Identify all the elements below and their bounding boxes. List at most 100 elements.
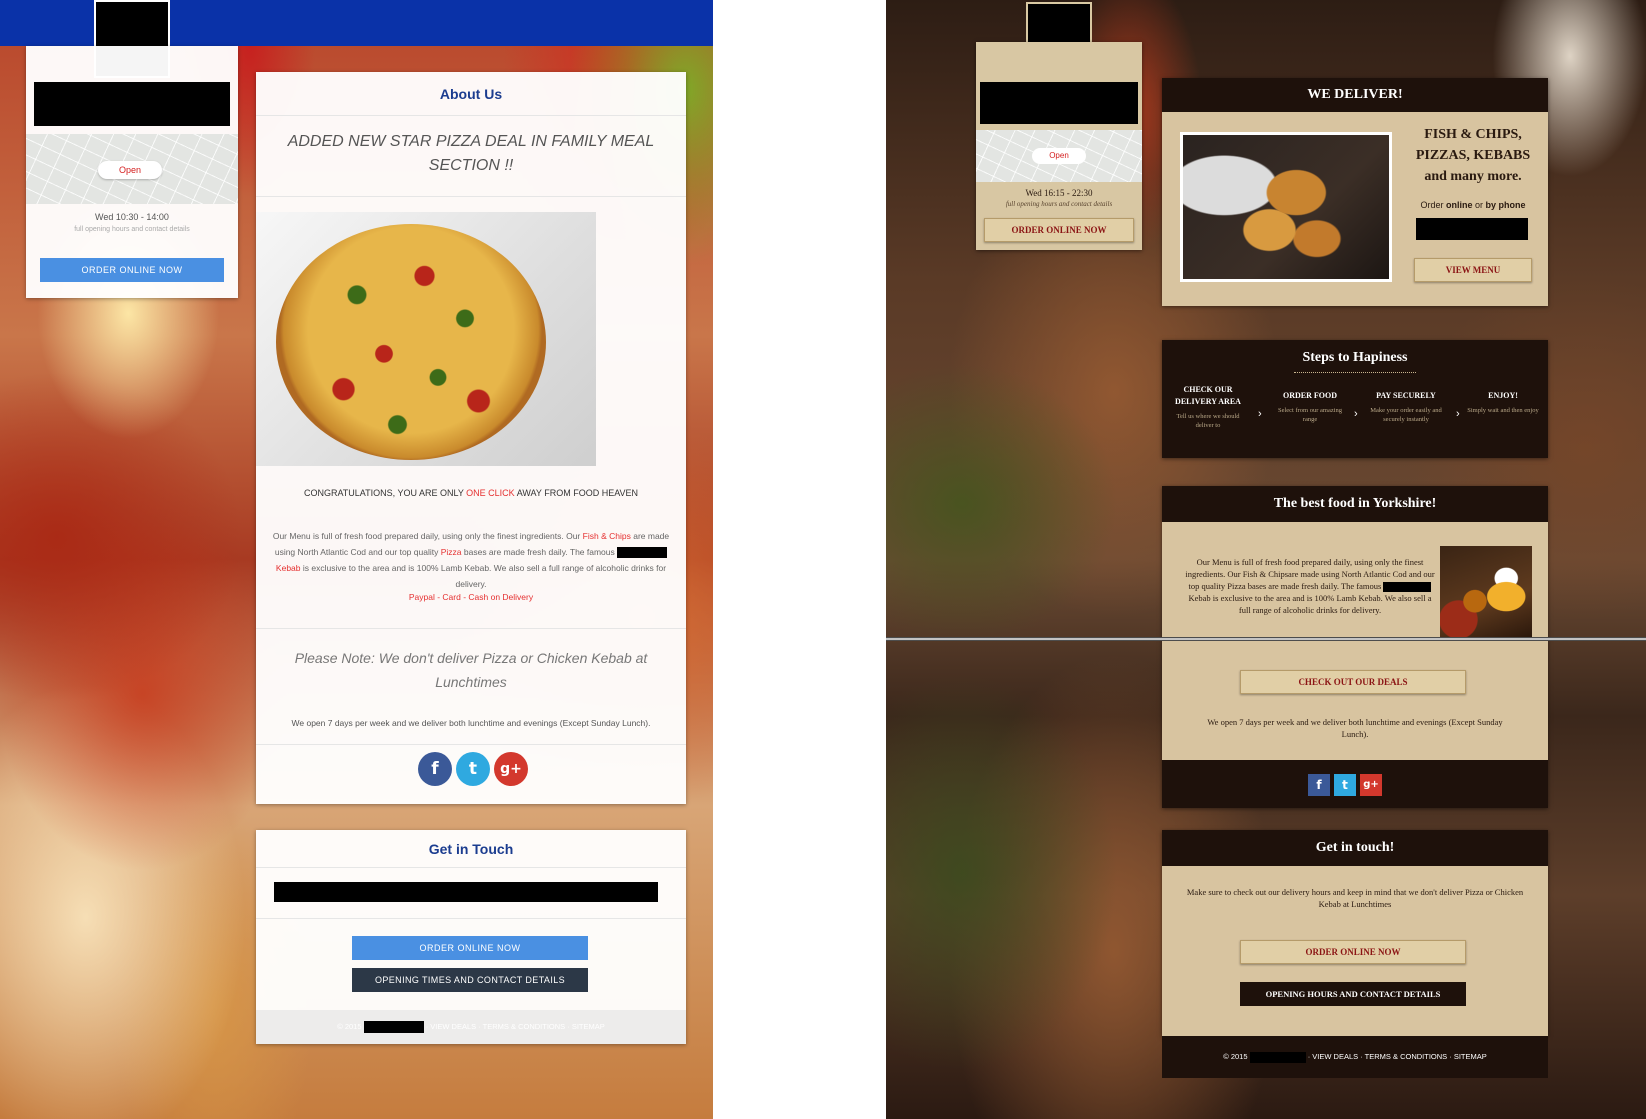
delivery-note: Please Note: We don't deliver Pizza or C… [294, 650, 648, 690]
opening-times-button[interactable]: OPENING TIMES AND CONTACT DETAILS [352, 968, 588, 992]
payment-methods: Paypal - Card - Cash on Delivery [408, 592, 534, 602]
step-desc: Select from our amazing range [1277, 407, 1343, 423]
menu-description: Our Menu is full of fresh food prepared … [1182, 556, 1438, 616]
order-online-button[interactable]: ORDER ONLINE NOW [40, 258, 224, 282]
tagline-line: and many more. [1424, 169, 1522, 184]
opening-days-text: We open 7 days per week and we deliver b… [291, 718, 651, 728]
google-plus-icon[interactable]: g+ [494, 752, 528, 786]
divider [256, 918, 686, 919]
get-in-touch-heading: Get in Touch [256, 830, 686, 868]
congrats-text-end: AWAY FROM FOOD HEAVEN [516, 488, 639, 498]
company-name-redacted [363, 1021, 424, 1034]
pizza-link[interactable]: Pizza [441, 547, 462, 557]
get-in-touch-panel: Get in touch! Make sure to check out our… [1162, 830, 1548, 1036]
order-text: Order [1420, 200, 1444, 210]
steps-panel: Steps to Hapiness CHECK OUR DELIVERY ARE… [1162, 340, 1548, 458]
opening-hours-link[interactable]: full opening hours and contact details [976, 200, 1142, 208]
best-food-heading: The best food in Yorkshire! [1162, 486, 1548, 522]
sidebar-info-card: Open Wed 16:15 - 22:30 full opening hour… [976, 42, 1142, 250]
arrow-right-icon: › [1258, 408, 1262, 420]
deal-announcement: ADDED NEW STAR PIZZA DEAL IN FAMILY MEAL… [287, 133, 655, 174]
one-click-highlight: ONE CLICK [466, 488, 515, 498]
order-online-emphasis: online [1445, 200, 1473, 210]
get-in-touch-heading: Get in touch! [1162, 830, 1548, 866]
order-methods: Order online or by phone [1400, 200, 1546, 210]
left-site-screenshot: Open Wed 10:30 - 14:00 full opening hour… [0, 0, 713, 1119]
facebook-icon[interactable]: f [1308, 774, 1330, 796]
pizza-photo [256, 212, 596, 466]
location-map[interactable]: Open [26, 134, 238, 204]
kebab-link[interactable]: Kebab [276, 563, 301, 573]
menu-description: Our Menu is full of fresh food prepared … [270, 528, 672, 592]
footer-links[interactable]: · VIEW DEALS · TERMS & CONDITIONS · SITE… [426, 1022, 605, 1031]
order-text: or [1475, 200, 1484, 210]
restaurant-name-redacted [980, 82, 1138, 124]
tagline-line: FISH & CHIPS, [1424, 127, 1522, 142]
pizza-image [276, 224, 546, 460]
desc-text: is exclusive to the area and is 100% Lam… [302, 563, 667, 589]
twitter-icon[interactable]: t [1334, 774, 1356, 796]
phone-number-redacted [1416, 218, 1528, 240]
facebook-icon[interactable]: f [418, 752, 452, 786]
divider [256, 628, 686, 629]
tagline-line: PIZZAS, KEBABS [1415, 148, 1531, 163]
opening-hours-button[interactable]: OPENING HOURS AND CONTACT DETAILS [1240, 982, 1466, 1006]
congrats-text: CONGRATULATIONS, YOU ARE ONLY [303, 488, 464, 498]
opening-hours-today: Wed 16:15 - 22:30 [1025, 188, 1093, 198]
congrats-line: CONGRATULATIONS, YOU ARE ONLY ONE CLICK … [256, 488, 686, 498]
drinks-photo [1440, 546, 1532, 638]
steps-heading: Steps to Hapiness [1302, 350, 1408, 365]
order-online-button[interactable]: ORDER ONLINE NOW [352, 936, 588, 960]
opening-days-text: We open 7 days per week and we deliver b… [1207, 717, 1503, 739]
step-desc: Tell us where we should deliver to [1176, 413, 1240, 429]
desc-text: bases are made fresh daily. The famous [463, 547, 615, 557]
contact-info-redacted [274, 882, 658, 902]
check-deals-button[interactable]: CHECK OUT OUR DEALS [1240, 670, 1466, 694]
heading-underline [1294, 372, 1416, 373]
step-desc: Make your order easily and securely inst… [1370, 407, 1442, 423]
about-us-heading: About Us [256, 72, 686, 116]
open-status-badge: Open [1032, 148, 1086, 164]
brand-name-redacted [1383, 582, 1432, 593]
order-online-button[interactable]: ORDER ONLINE NOW [1240, 940, 1466, 964]
opening-hours-link[interactable]: full opening hours and contact details [26, 226, 238, 233]
location-map[interactable]: Open [976, 130, 1142, 182]
food-tagline: FISH & CHIPS, PIZZAS, KEBABS and many mo… [1400, 124, 1546, 187]
opening-hours-today: Wed 10:30 - 14:00 [95, 212, 169, 222]
get-in-touch-card: Get in Touch ORDER ONLINE NOW OPENING TI… [256, 830, 686, 1044]
copyright-year: © 2015 [1223, 1052, 1248, 1061]
social-links: f t g+ [1162, 760, 1548, 808]
sidebar-info-card: Open Wed 10:30 - 14:00 full opening hour… [26, 46, 238, 298]
step-order-food: ORDER FOOD Select from our amazing range [1272, 390, 1348, 424]
arrow-right-icon: › [1456, 408, 1460, 420]
desc-text: Our Menu is full of fresh food prepared … [272, 531, 581, 541]
we-deliver-heading: WE DELIVER! [1162, 78, 1548, 112]
step-title: CHECK OUR DELIVERY AREA [1175, 385, 1241, 406]
order-online-button[interactable]: ORDER ONLINE NOW [984, 218, 1134, 242]
step-pay-securely: PAY SECURELY Make your order easily and … [1362, 390, 1450, 424]
delivery-note: Make sure to check out our delivery hour… [1186, 887, 1524, 909]
step-title: ORDER FOOD [1283, 391, 1337, 400]
right-site-screenshot: Open Wed 16:15 - 22:30 full opening hour… [886, 0, 1646, 1119]
twitter-icon[interactable]: t [456, 752, 490, 786]
google-plus-icon[interactable]: g+ [1360, 774, 1382, 796]
divider [256, 196, 686, 197]
step-delivery-area: CHECK OUR DELIVERY AREA Tell us where we… [1170, 384, 1246, 430]
we-deliver-panel: WE DELIVER! FISH & CHIPS, PIZZAS, KEBABS… [1162, 78, 1548, 306]
social-links: f t g+ [418, 752, 528, 788]
site-footer: © 2015 · VIEW DEALS · TERMS & CONDITIONS… [256, 1010, 686, 1044]
desc-text: Kebab is exclusive to the area and is 10… [1188, 593, 1432, 616]
site-footer: © 2015 · VIEW DEALS · TERMS & CONDITIONS… [1162, 1036, 1548, 1078]
about-us-card: About Us ADDED NEW STAR PIZZA DEAL IN FA… [256, 72, 686, 804]
view-menu-button[interactable]: VIEW MENU [1414, 258, 1532, 282]
step-desc: Simply wait and then enjoy [1467, 407, 1539, 414]
fish-chips-link[interactable]: Fish & Chips [583, 531, 631, 541]
open-status-badge: Open [98, 161, 162, 179]
order-phone-emphasis: by phone [1485, 200, 1526, 210]
screenshot-seam [886, 637, 1646, 641]
best-food-panel: The best food in Yorkshire! Our Menu is … [1162, 486, 1548, 808]
fish-and-chips-photo [1180, 132, 1392, 282]
step-title: PAY SECURELY [1376, 391, 1436, 400]
footer-links[interactable]: · VIEW DEALS · TERMS & CONDITIONS · SITE… [1308, 1052, 1487, 1061]
copyright-year: © 2015 [337, 1022, 362, 1031]
